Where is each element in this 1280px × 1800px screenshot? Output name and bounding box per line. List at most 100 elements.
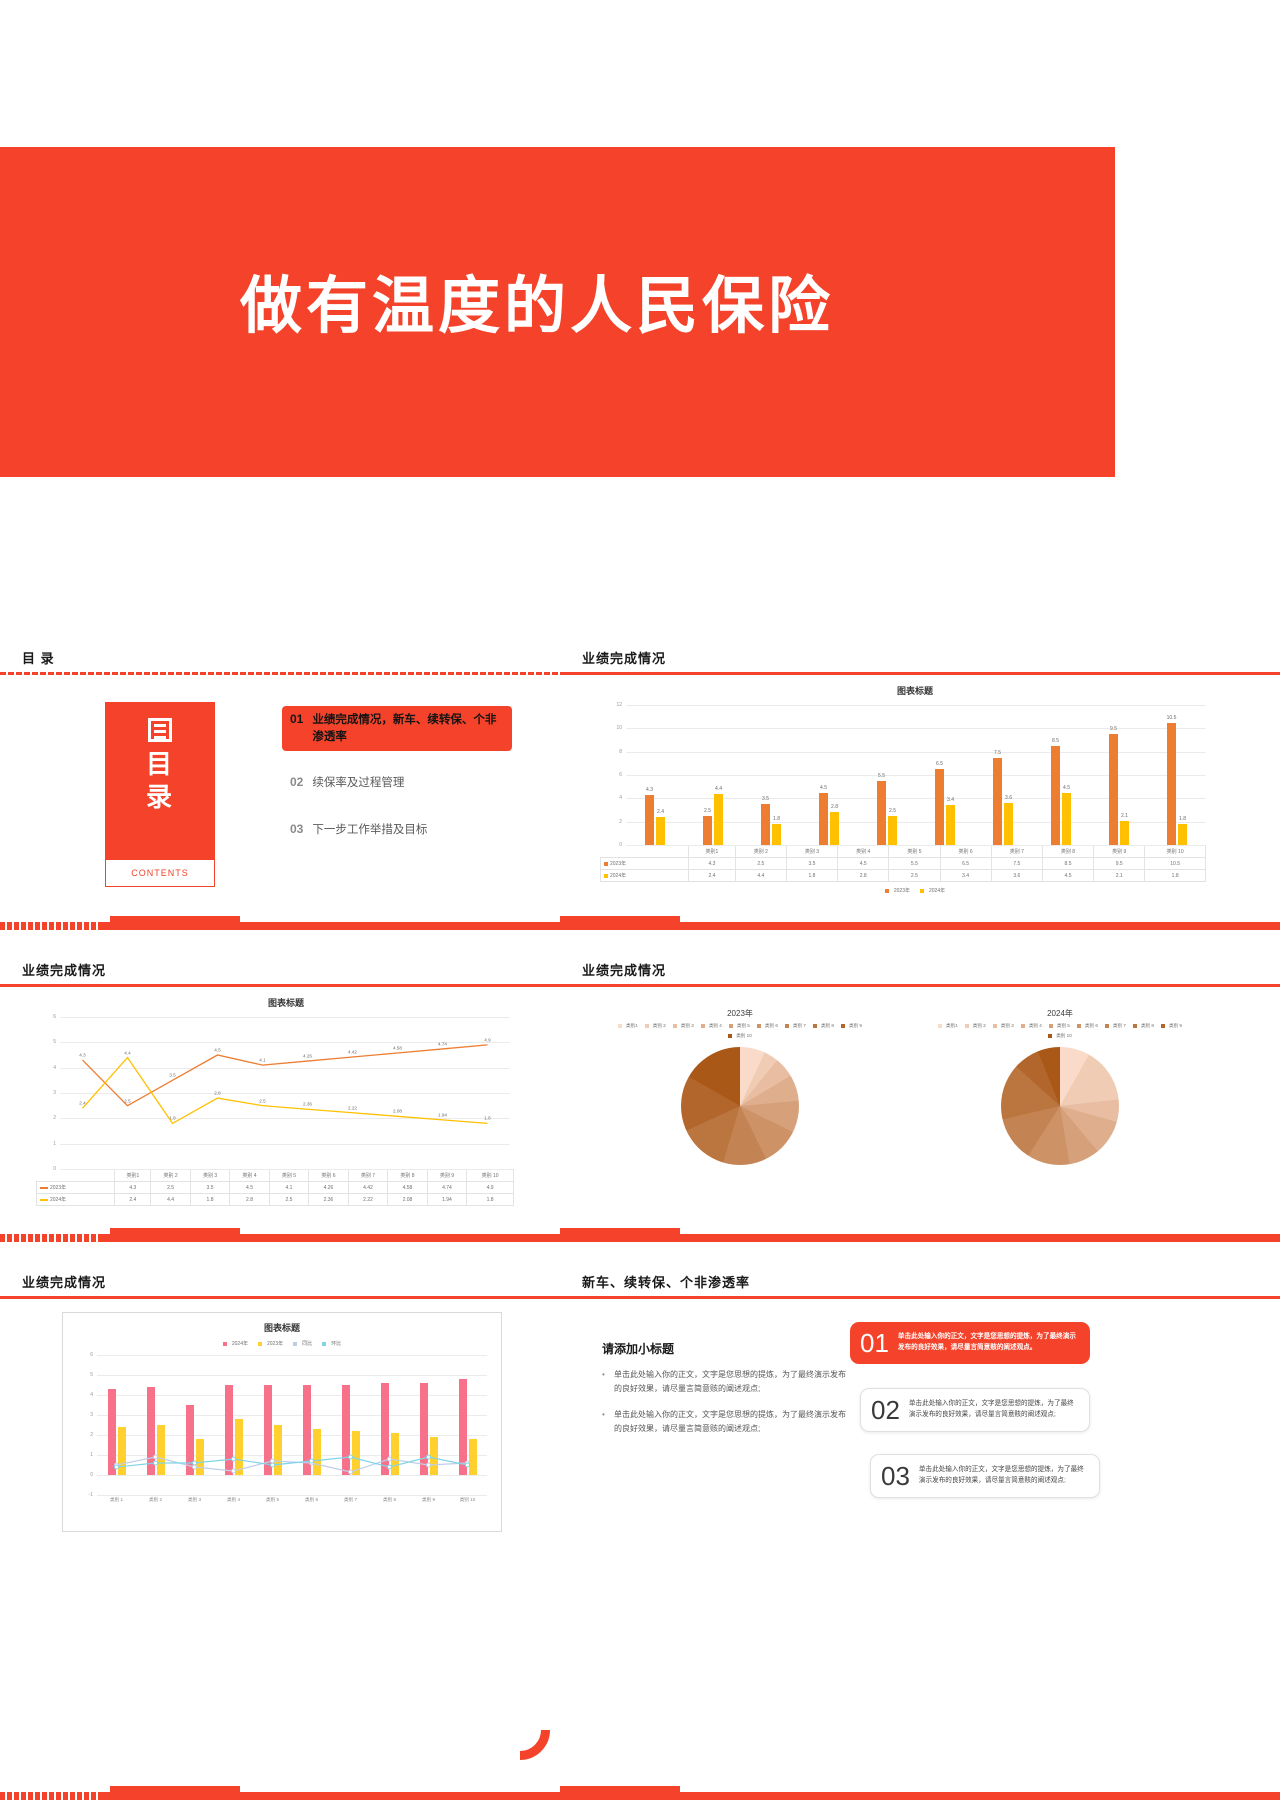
bar-cell: 2.5 <box>734 857 787 870</box>
combo-line-point <box>310 1459 314 1463</box>
numbered-box-02[interactable]: 02 单击此处输入你的正文，文字是您思想的提炼，为了最终演示发布的良好效果，请尽… <box>860 1388 1090 1432</box>
list-icon <box>148 718 172 742</box>
line-cell: 4.4 <box>150 1193 191 1206</box>
legend-entry: 类别 3 <box>672 1023 694 1029</box>
bar-series: 4.3 2.4 2.5 4.4 3.5 1.8 4.5 2.8 5.5 2.5 6.5 3.4 7.5 3… <box>626 705 1206 845</box>
pie-slide-heading: 业绩完成情况 <box>582 963 667 978</box>
line-row-header: 2024年 <box>35 1193 116 1206</box>
combo-line-path <box>117 1457 468 1472</box>
bar-group: 5.5 2.5 <box>858 705 916 845</box>
line-col-header: 类别 3 <box>189 1169 231 1182</box>
legend-entry: 2024年 <box>222 1340 248 1347</box>
pie-chart-2024: 2024年 类别1 类别 2 类别 3 类别 4 类别 5 类别 6 类别 7 类别 8 类别 … <box>910 1008 1210 1165</box>
bar-value-label: 4.3 <box>646 786 653 793</box>
toc-slide-heading: 目 录 <box>22 651 55 666</box>
line-row-header: 2023年 <box>35 1181 116 1194</box>
line-cell: 2.5 <box>150 1181 191 1194</box>
legend-entry: 类别 8 <box>1132 1023 1154 1029</box>
bar: 3.5 <box>761 796 770 845</box>
bar-cell: 10.5 <box>1144 857 1206 870</box>
bar-group: 4.5 2.8 <box>800 705 858 845</box>
bar-col-header: 类别 2 <box>734 845 787 858</box>
line-col-header: 类别 5 <box>268 1169 310 1182</box>
legend-entry: 类别 7 <box>784 1023 806 1029</box>
legend-entry: 2024年 <box>920 887 945 894</box>
line-divider-rule <box>0 984 560 987</box>
table-row: 2023年 4.3 2.5 3.5 4.5 5.5 6.5 7.5 8.5 9.5 10.5 <box>599 857 1206 870</box>
bar: 2.5 <box>888 808 897 845</box>
numbered-box-03[interactable]: 03 单击此处输入你的正文，文字是您思想的提炼，为了最终演示发布的良好效果，请尽… <box>870 1454 1100 1498</box>
bar-slide-heading: 业绩完成情况 <box>582 651 667 666</box>
legend-entry: 2023年 <box>884 887 910 894</box>
toc-item-03-number: 03 <box>290 822 304 837</box>
arc-decoration <box>490 1700 550 1760</box>
bar-chart-legend: 2023年 2024年 <box>600 887 1230 894</box>
combo-chart-slide[interactable]: 业绩完成情况 图表标题 2024年 2023年 同比 环比 -1 0 1 2 3 4 5 6 类别 … <box>0 1264 560 1800</box>
line-cell: 4.3 <box>114 1181 152 1194</box>
y-tick-label: 2 <box>53 1115 56 1122</box>
pie-chart-slide[interactable]: 业绩完成情况 2023年 类别1 类别 2 类别 3 类别 4 类别 5 类别 6 类别 7… <box>560 952 1280 1242</box>
pie-2024-graphic <box>1001 1047 1119 1165</box>
numbered-list-slide[interactable]: 新车、续转保、个非渗透率 请添加小标题 单击此处输入你的正文，文字是您思想的提炼… <box>560 1264 1280 1800</box>
line-cell: 1.8 <box>466 1193 514 1206</box>
combo-line-point <box>271 1459 275 1463</box>
combo-line-point <box>232 1469 236 1473</box>
toc-item-01-number: 01 <box>290 712 304 726</box>
combo-x-tick: 类别 4 <box>226 1497 241 1502</box>
y-tick-label: 0 <box>53 1166 56 1172</box>
bar-value-label: 7.5 <box>994 749 1001 756</box>
bar-chart-slide[interactable]: 业绩完成情况 图表标题 0 2 4 6 8 10 12 4.3 2.4 2.5 4.4 3.5 1.8 4… <box>560 640 1280 930</box>
y-tick-label: -1 <box>88 1492 93 1498</box>
line-col-header: 类别 10 <box>466 1169 514 1182</box>
y-tick-label: 4 <box>53 1064 56 1071</box>
combo-line-point <box>427 1455 431 1459</box>
toc-bottom-band <box>0 916 560 930</box>
bar-bottom-band <box>560 916 1280 930</box>
toc-item-03[interactable]: 03 下一步工作举措及目标 <box>282 816 512 845</box>
combo-line-point <box>193 1461 197 1465</box>
numbered-box-02-number: 02 <box>871 1395 900 1425</box>
line-plot-area: 0 1 2 3 4 5 6 4.3 2.5 3.5 4.5 4.1 4.26 4.42 4.58 4.74 4.… <box>53 1014 510 1172</box>
y-tick-label: 4 <box>619 795 622 802</box>
line-cell: 2.8 <box>229 1193 270 1206</box>
bar-cell: 9.5 <box>1093 857 1146 870</box>
pie-2024-legend: 类别1 类别 2 类别 3 类别 4 类别 5 类别 6 类别 7 类别 8 类别 9 类别 10 <box>924 1023 1196 1039</box>
toc-item-02-number: 02 <box>290 775 304 790</box>
combo-line-point <box>466 1463 470 1467</box>
bullet-item-1: 单击此处输入你的正文，文字是您思想的提炼，为了最终演示发布的良好效果，请尽量言简… <box>602 1368 852 1396</box>
combo-x-tick: 类别 10 <box>459 1497 476 1502</box>
list-bottom-band <box>560 1786 1280 1800</box>
bar: 3.4 <box>946 797 955 845</box>
line-data-table-wrap: 类别1 类别 2 类别 3 类别 4 类别 5 类别 6 类别 7 类别 8 类别 9 类别 10… <box>35 1169 514 1206</box>
y-tick-label: 8 <box>619 748 622 755</box>
line-cell: 4.9 <box>466 1181 514 1194</box>
bar-col-header: 类别 10 <box>1144 845 1206 858</box>
toc-item-02[interactable]: 02 续保率及过程管理 <box>282 769 512 798</box>
line-chart-slide[interactable]: 业绩完成情况 图表标题 0 1 2 3 4 5 6 4.3 2.5 3.5 4.5 4.1 4.26 4.… <box>0 952 560 1242</box>
legend-entry: 类别 10 <box>728 1033 752 1039</box>
combo-divider-rule <box>0 1296 560 1299</box>
legend-entry: 类别 5 <box>1048 1023 1070 1029</box>
bar-data-table: 类别1 类别 2 类别 3 类别 4 类别 5 类别 6 类别 7 类别 8 类别 9 类别 10… <box>599 845 1206 882</box>
line-cell: 1.94 <box>426 1193 468 1206</box>
pie-divider-rule <box>560 984 1280 987</box>
y-tick-label: 10 <box>616 725 622 732</box>
line-bottom-band <box>0 1228 560 1242</box>
toc-item-01[interactable]: 01 业绩完成情况，新车、续转保、个非渗透率 <box>282 706 512 752</box>
gridline <box>626 845 1206 846</box>
y-tick-label: 5 <box>53 1039 56 1046</box>
combo-x-tick: 类别 7 <box>343 1497 358 1502</box>
pie-2023-graphic <box>681 1047 799 1165</box>
toc-slide[interactable]: 目 录 目录 CONTENTS 01 业绩完成情况，新车、续转保、个非渗透率 0… <box>0 640 560 930</box>
y-tick-label: 1 <box>90 1452 93 1458</box>
numbered-box-01[interactable]: 01 单击此处输入你的正文，文字是您思想的提炼，为了最终演示发布的良好效果，请尽… <box>850 1322 1090 1364</box>
toc-item-list[interactable]: 01 业绩完成情况，新车、续转保、个非渗透率 02 续保率及过程管理 03 下一… <box>282 706 512 863</box>
legend-entry: 2023年 <box>257 1340 283 1347</box>
pie-2024-title: 2024年 <box>1047 1009 1073 1018</box>
y-tick-label: 2 <box>90 1432 93 1438</box>
combo-x-tick: 类别 9 <box>421 1497 436 1502</box>
bar-group: 6.5 3.4 <box>916 705 974 845</box>
bar: 10.5 <box>1167 715 1176 845</box>
line-cell: 4.1 <box>268 1181 310 1194</box>
combo-slide-heading: 业绩完成情况 <box>22 1275 107 1290</box>
